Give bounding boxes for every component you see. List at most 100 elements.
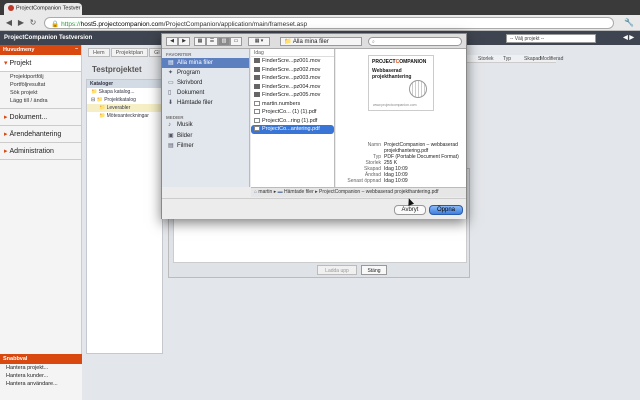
sidebar-item-label: Ärendehantering <box>9 131 62 138</box>
location-label: Alla mina filer <box>292 39 329 45</box>
chevron-down-icon: ▾ <box>4 60 8 67</box>
list-item[interactable]: FinderScre...pz001.mov <box>251 57 334 66</box>
search-input[interactable]: ⌕ <box>368 37 462 46</box>
sidebar-item-photos[interactable]: ▣ Bilder <box>162 131 249 141</box>
list-item[interactable]: FinderScre...pz003.mov <box>251 74 334 83</box>
create-catalog-link[interactable]: 📁 Skapa katalog... <box>87 88 162 96</box>
thumbnail-title: Webbaserad projekthantering <box>372 68 412 80</box>
catalog-item[interactable]: 📁 Leverabler <box>87 104 162 112</box>
address-bar[interactable]: 🔒 https://host5.projectcompanion.com/Proj… <box>44 17 614 29</box>
movie-file-icon <box>254 83 260 89</box>
forward-icon[interactable]: ▶ <box>178 37 190 46</box>
wrench-icon[interactable]: 🔧 <box>624 18 634 27</box>
path-item[interactable]: ProjectCompanion – webbaserad projekthan… <box>319 189 439 195</box>
sidebar-item-documents[interactable]: ▯ Dokument <box>162 88 249 98</box>
list-item[interactable]: FinderScre...pz004.mov <box>251 83 334 92</box>
pdf-file-icon <box>254 117 260 123</box>
quick-head: Snabbval <box>0 354 82 364</box>
movie-file-icon <box>254 75 260 81</box>
browser-tab[interactable]: ProjectCompanion Testver × <box>4 3 82 15</box>
app-title: ProjectCompanion Testversion <box>4 35 93 41</box>
column-view-icon[interactable]: ▥ <box>218 37 230 46</box>
favorites-label: FAVORITER <box>166 52 192 57</box>
favicon-icon <box>8 5 14 11</box>
list-item-selected[interactable]: ProjectCo...antering.pdf <box>251 125 334 134</box>
sidebar-item-downloads[interactable]: ⬇ Hämtade filer <box>162 98 249 108</box>
sidebar-head: Huvudmeny – <box>0 45 81 55</box>
thumbnail-url: www.projectcompanion.com <box>373 103 417 107</box>
list-view-icon[interactable]: ☰ <box>206 37 218 46</box>
list-item[interactable]: ProjectCo... (1) (1).pdf <box>251 108 334 117</box>
tab-projektplan[interactable]: Projektplan <box>110 48 149 57</box>
quick-item[interactable]: Hantera kunder... <box>0 372 82 380</box>
col-modifierad[interactable]: Modifierad <box>540 56 563 62</box>
tab-hem[interactable]: Hem <box>88 48 110 57</box>
browser-toolbar: ◀ ▶ ↻ 🔒 https://host5.projectcompanion.co… <box>0 15 640 31</box>
sidebar-item-music[interactable]: ♪ Musik <box>162 121 249 131</box>
close-button[interactable]: Stäng <box>361 265 387 275</box>
sidebar-item-all-files[interactable]: ▤ Alla mina filer <box>162 58 249 68</box>
sidebar-item-program[interactable]: ✦ Program <box>162 68 249 78</box>
back-icon[interactable]: ◀ <box>166 37 178 46</box>
cancel-button[interactable]: Avbryt <box>394 205 426 215</box>
sidebar-subitem[interactable]: Lägg till / ändra <box>0 97 81 105</box>
lock-icon: 🔒 <box>51 21 60 28</box>
sidebar-subitem[interactable]: Sök projekt <box>0 89 81 97</box>
list-item[interactable]: ProjectCo...ring (1).pdf <box>251 117 334 126</box>
arrange-icon[interactable]: ▦ ▾ <box>248 37 270 46</box>
col-skapad[interactable]: Skapad <box>524 56 541 62</box>
dialog-footer: Avbryt Öppna <box>162 198 466 219</box>
project-select[interactable]: -- Välj projekt -- <box>506 34 596 43</box>
sidebar-subitem[interactable]: Portföljresultat <box>0 81 81 89</box>
media-label: MEDIER <box>166 115 184 120</box>
nav-arrows-icon[interactable]: ◀ ▶ <box>623 34 634 41</box>
open-button[interactable]: Öppna <box>429 205 463 215</box>
coverflow-icon[interactable]: ▭ <box>230 37 242 46</box>
sidebar-item-admin[interactable]: ▸ Administration <box>0 143 81 160</box>
chevron-right-icon: ▸ <box>4 148 8 155</box>
close-tab-icon[interactable]: × <box>76 5 79 11</box>
catalog-item[interactable]: 📁 Mötesanteckningar <box>87 112 162 120</box>
preview-pane: PROJECTCOMPANION Webbaserad projekthante… <box>336 49 466 187</box>
sidebar-item-projekt[interactable]: ▾ Projekt <box>0 55 81 72</box>
sidebar-subitem[interactable]: Projektportfölj <box>0 73 81 81</box>
sidebar-item-dokument[interactable]: ▸ Dokument... <box>0 109 81 126</box>
numbers-file-icon <box>254 100 260 106</box>
catalog-item[interactable]: ⊟ 📁 Projektkatalog <box>87 96 162 104</box>
list-item[interactable]: FinderScre...pz002.mov <box>251 66 334 75</box>
upload-button[interactable]: Ladda upp <box>317 265 357 275</box>
path-bar: ⌂ martin ▸ ▬ Hämtade filer ▸ ProjectComp… <box>251 187 466 197</box>
path-item[interactable]: Hämtade filer <box>284 189 314 195</box>
catalog-panel: Kataloger 📁 Skapa katalog... ⊟ 📁 Projekt… <box>86 79 163 354</box>
url-host: host5.projectcompanion.com <box>80 21 164 28</box>
main-tabs: Hem Projektplan Gl <box>88 48 166 58</box>
list-item[interactable]: FinderScre...pz005.mov <box>251 91 334 100</box>
sidebar-item-desktop[interactable]: ▭ Skrivbord <box>162 78 249 88</box>
sidebar-item-label: Dokument... <box>9 114 48 121</box>
minimize-icon[interactable]: – <box>75 46 78 52</box>
meta-value: Idag 10:09 <box>384 178 408 184</box>
column-header: Idag <box>251 49 334 57</box>
sidebar-item-movies[interactable]: ▤ Filmer <box>162 141 249 151</box>
url-path: /ProjectCompanion/application/main/frame… <box>163 21 308 28</box>
list-item[interactable]: martin.numbers <box>251 100 334 109</box>
download-icon: ⬇ <box>168 100 174 106</box>
forward-icon[interactable]: ▶ <box>16 18 26 28</box>
file-column: Idag FinderScre...pz001.mov FinderScre..… <box>251 49 335 187</box>
col-typ[interactable]: Typ <box>503 56 511 62</box>
col-storlek[interactable]: Storlek <box>478 56 494 62</box>
location-select[interactable]: 📁 Alla mina filer <box>280 37 362 46</box>
home-icon: ⌂ <box>254 189 258 195</box>
quick-item[interactable]: Hantera projekt... <box>0 364 82 372</box>
icon-view-icon[interactable]: ▦ <box>194 37 206 46</box>
catalog-head: Kataloger <box>87 80 162 88</box>
back-icon[interactable]: ◀ <box>4 18 14 28</box>
logo: PROJECTCOMPANION <box>372 59 427 65</box>
tab-title: ProjectCompanion Testver <box>16 5 81 12</box>
dialog-toolbar: ◀ ▶ ▦ ☰ ▥ ▭ ▦ ▾ 📁 Alla mina filer ⌕ <box>162 34 466 49</box>
document-icon: ▯ <box>168 90 172 96</box>
quick-item[interactable]: Hantera användare... <box>0 380 82 388</box>
reload-icon[interactable]: ↻ <box>28 18 38 28</box>
sidebar-item-arende[interactable]: ▸ Ärendehantering <box>0 126 81 143</box>
path-item[interactable]: martin <box>258 189 272 195</box>
